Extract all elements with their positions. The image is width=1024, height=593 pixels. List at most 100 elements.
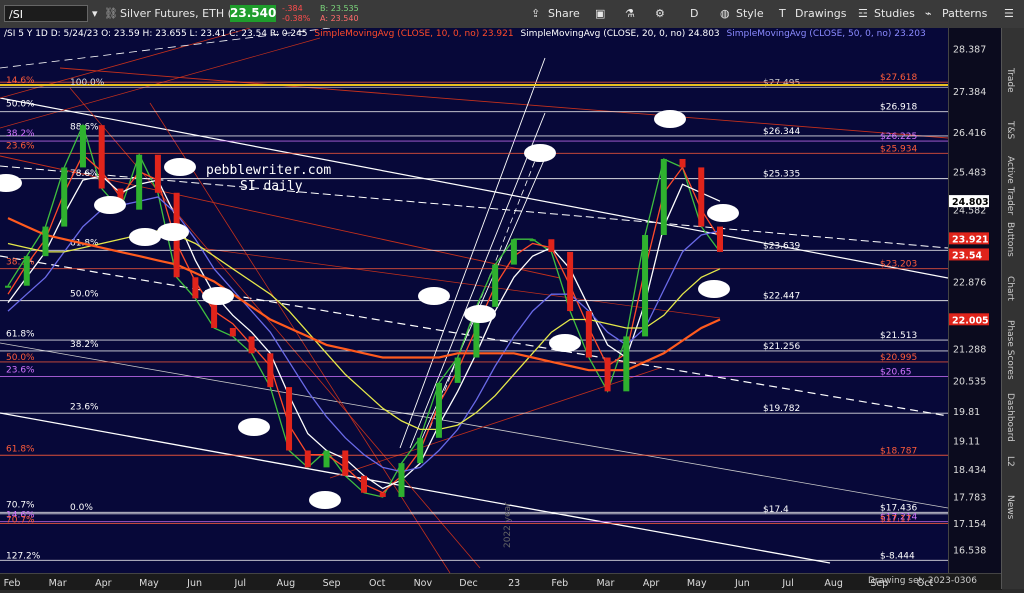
sidebar-tab-chart[interactable]: Chart (1005, 276, 1015, 301)
chevron-down-icon[interactable]: ▾ (92, 7, 98, 20)
price-box-label: 22.005 (952, 315, 989, 326)
level-label: $20.995 (880, 353, 917, 363)
time-tick-label: 23 (508, 578, 520, 589)
level-label: $22.447 (763, 292, 800, 302)
fib-label: 70.7% (6, 515, 35, 525)
share-button[interactable]: Share (548, 7, 580, 20)
fib-label: 50.0% (6, 353, 35, 363)
fib-label: 50.0% (6, 99, 35, 109)
share-icon[interactable]: ⇪ (531, 7, 540, 20)
price-candle (585, 311, 592, 358)
gear-icon[interactable]: ⚙ (655, 7, 665, 20)
marker-ellipse (0, 174, 22, 192)
legend-sma50-value: 23.203 (894, 29, 926, 39)
trend-line (399, 57, 546, 449)
menu-icon[interactable]: ☰ (1004, 7, 1014, 20)
price-axis-canvas: 28.38727.38426.41625.48324.58223.92122.8… (949, 45, 989, 556)
time-tick-label: May (687, 578, 707, 589)
marker-ellipse (238, 418, 270, 436)
studies-icon[interactable]: ☲ (858, 7, 868, 20)
legend-sma10: SimpleMovingAvg (CLOSE, 10, 0, no) (314, 29, 480, 39)
price-box-label: 23.921 (952, 234, 989, 245)
year-marker: 2022 year (503, 502, 513, 548)
bid-price: B: 23.535 (320, 4, 359, 13)
level-label: $-8.444 (880, 551, 915, 561)
level-label: $20.65 (880, 368, 912, 378)
legend-sma50: SimpleMovingAvg (CLOSE, 50, 0, no) (726, 29, 892, 39)
price-candle (548, 239, 555, 252)
price-candle (248, 336, 255, 354)
level-label: $19.782 (763, 404, 800, 414)
level-label: $26.225 (880, 132, 917, 142)
legend-sma20: SimpleMovingAvg (CLOSE, 20, 0, no) (520, 29, 686, 39)
marker-ellipse (549, 334, 581, 352)
time-tick-label: Aug (824, 578, 843, 589)
price-candle (417, 437, 424, 464)
level-label: $27.495 (763, 78, 800, 88)
level-label: $21.513 (880, 331, 917, 341)
fib-label: 61.8% (6, 330, 35, 340)
price-box-label: 23.54 (952, 250, 982, 261)
marker-ellipse (94, 196, 126, 214)
style-button[interactable]: Style (736, 7, 764, 20)
sidebar-tab-t-s[interactable]: T&S (1005, 121, 1015, 139)
price-change: -.384 (282, 4, 303, 13)
level-label: $25.934 (880, 144, 917, 154)
price-candle (492, 264, 499, 307)
fib-label: 38.2% (6, 129, 35, 139)
patterns-button[interactable]: Patterns (942, 7, 987, 20)
sidebar-tab-phase-scores[interactable]: Phase Scores (1005, 320, 1015, 380)
chart-legend: /SI 5 Y 1D D: 5/24/23 O: 23.59 H: 23.655… (4, 29, 926, 39)
sidebar-tab-l2[interactable]: L2 (1005, 456, 1015, 467)
drawings-icon[interactable]: T (779, 7, 786, 20)
price-box-label: 24.803 (952, 197, 989, 208)
level-label: $23.639 (763, 241, 800, 251)
price-axis[interactable]: 28.38727.38426.41625.48324.58223.92122.8… (948, 28, 1003, 573)
flask-icon[interactable]: ⚗ (625, 7, 635, 20)
studies-button[interactable]: Studies (874, 7, 915, 20)
fib-label: 0.0% (70, 503, 93, 513)
price-candle (529, 239, 536, 242)
drawings-button[interactable]: Drawings (795, 7, 846, 20)
link-icon[interactable]: ⛓ (104, 7, 118, 20)
sidebar-tab-active-trader[interactable]: Active Trader (1005, 156, 1015, 215)
legend-sma10-value: 23.921 (482, 29, 514, 39)
sidebar-tab-dashboard[interactable]: Dashboard (1005, 393, 1015, 442)
price-candle (61, 167, 68, 227)
price-candle (98, 125, 105, 189)
screenshot-icon[interactable]: ▣ (595, 7, 605, 20)
marker-ellipse (309, 491, 341, 509)
price-candle (567, 251, 574, 312)
sidebar-tab-news[interactable]: News (1005, 495, 1015, 519)
price-chart[interactable]: $27.495 $27.618 $26.918 $26.344 $26.225 $25.9… (0, 28, 948, 573)
trend-line (59, 67, 948, 139)
drawing-set-label[interactable]: Drawing set: 2023-0306 (868, 576, 977, 586)
price-candle (398, 463, 405, 497)
legend-sma20-value: 24.803 (688, 29, 720, 39)
level-label: $26.344 (763, 127, 800, 137)
time-axis[interactable]: Feb Mar Apr May Jun Jul Aug Sep Oct Nov Dec 23 Feb Ma… (0, 573, 1002, 590)
style-icon[interactable]: ◍ (720, 7, 730, 20)
fib-label: 70.7% (6, 501, 35, 511)
period-selector[interactable]: D (690, 7, 698, 20)
price-candle (623, 336, 630, 392)
patterns-icon[interactable]: ⌁ (925, 7, 932, 20)
price-candle (5, 285, 11, 288)
price-candle (379, 492, 386, 497)
legend-header: /SI 5 Y 1D D: 5/24/23 O: 23.59 H: 23.655… (4, 29, 308, 39)
trend-line (0, 342, 948, 509)
price-tick-label: 22.876 (953, 278, 986, 289)
price-candle (42, 226, 49, 257)
sidebar-tab-buttons[interactable]: Buttons (1005, 222, 1015, 257)
sidebar-tab-trade[interactable]: Trade (1005, 68, 1015, 93)
watermark-line-2: SI daily (240, 179, 303, 194)
fib-label: 38.2% (70, 340, 99, 350)
time-tick-label: Apr (643, 578, 660, 589)
time-tick-label: Feb (551, 578, 568, 589)
time-tick-label: Feb (4, 578, 21, 589)
price-candle (304, 450, 311, 468)
time-tick-label: Oct (369, 578, 386, 589)
price-tick-label: 17.783 (953, 493, 986, 504)
time-tick-label: Apr (95, 578, 112, 589)
symbol-input[interactable]: /SI (4, 5, 88, 22)
